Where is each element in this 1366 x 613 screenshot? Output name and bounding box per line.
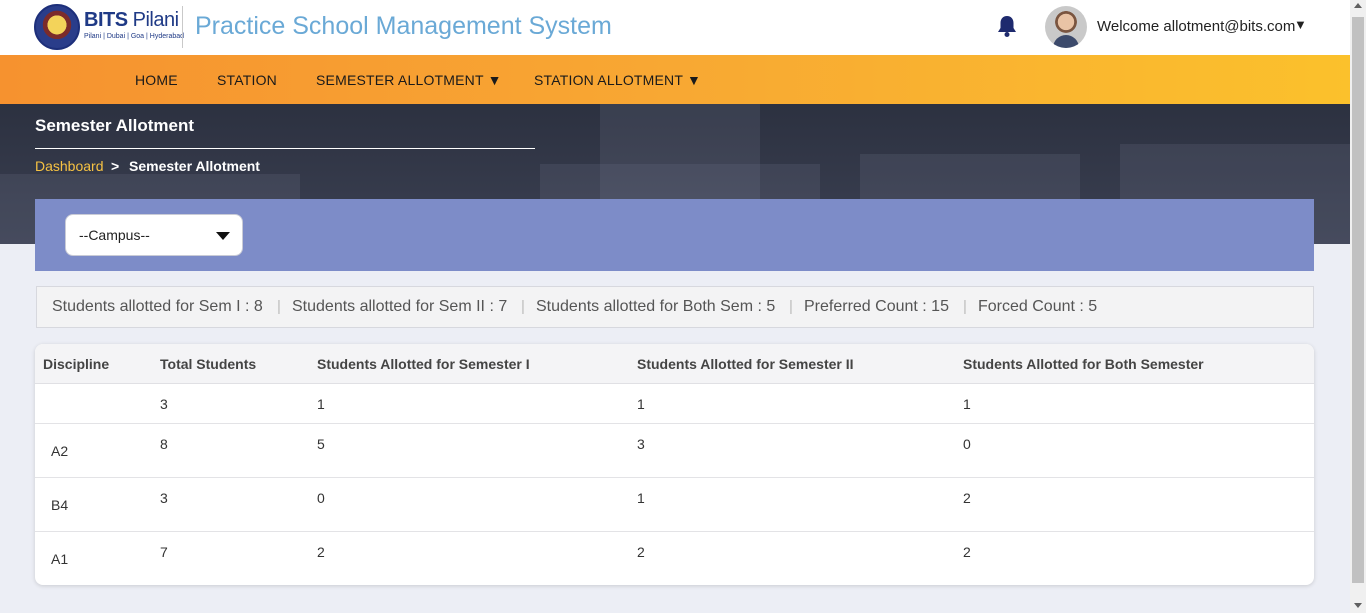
brand-name: BITS Pilani (84, 9, 184, 32)
nav-semester-allotment[interactable]: SEMESTER ALLOTMENT ▼ (316, 72, 502, 88)
stat-both: Students allotted for Both Sem : 5 (536, 298, 776, 315)
col-sem2[interactable]: Students Allotted for Semester II (637, 356, 854, 372)
stat-separator: | (789, 298, 793, 315)
allotment-table: Discipline Total Students Students Allot… (35, 344, 1314, 585)
cell-sem1: 5 (317, 436, 325, 452)
bell-icon[interactable] (996, 14, 1018, 38)
stat-sem2: Students allotted for Sem II : 7 (292, 298, 508, 315)
cell-total: 3 (160, 490, 168, 506)
cell-discipline: A2 (51, 443, 69, 459)
stat-forced: Forced Count : 5 (978, 298, 1098, 315)
scroll-down-arrow-icon[interactable] (1354, 603, 1362, 608)
cell-sem1: 2 (317, 544, 325, 560)
filter-panel: --Campus-- (35, 199, 1314, 271)
breadcrumb-separator: > (111, 158, 120, 174)
breadcrumb-current: Semester Allotment (129, 158, 260, 174)
header-divider (182, 6, 183, 48)
table-row: A2 8 5 3 0 (35, 424, 1314, 478)
cell-sem1: 0 (317, 490, 325, 506)
welcome-user[interactable]: Welcome allotment@bits.com (1097, 18, 1295, 35)
nav-station[interactable]: STATION (217, 72, 277, 88)
cell-both: 1 (963, 396, 971, 412)
brand: BITS Pilani Pilani | Dubai | Goa | Hyder… (84, 9, 184, 40)
title-underline (35, 148, 535, 149)
table-row: A1 7 2 2 2 (35, 532, 1314, 585)
campus-select-value: --Campus-- (79, 227, 150, 243)
allotment-stats: Students allotted for Sem I : 8 | Studen… (36, 286, 1314, 328)
cell-total: 8 (160, 436, 168, 452)
cell-sem2: 3 (637, 436, 645, 452)
stat-separator: | (277, 298, 281, 315)
cell-both: 2 (963, 544, 971, 560)
nav-station-allotment[interactable]: STATION ALLOTMENT ▼ (534, 72, 701, 88)
table-row: 3 1 1 1 (35, 384, 1314, 424)
col-both[interactable]: Students Allotted for Both Semester (963, 356, 1204, 372)
cell-sem2: 2 (637, 544, 645, 560)
cell-discipline: B4 (51, 497, 69, 513)
table-header: Discipline Total Students Students Allot… (35, 344, 1314, 384)
cell-sem2: 1 (637, 490, 645, 506)
stat-sem1: Students allotted for Sem I : 8 (52, 298, 263, 315)
app-title: Practice School Management System (195, 12, 612, 40)
cell-sem1: 1 (317, 396, 325, 412)
col-total-students[interactable]: Total Students (160, 356, 256, 372)
breadcrumb-dashboard[interactable]: Dashboard (35, 158, 104, 174)
bits-logo-seal[interactable] (34, 4, 80, 50)
cell-discipline: A1 (51, 551, 69, 567)
page-title: Semester Allotment (35, 116, 195, 135)
cell-both: 2 (963, 490, 971, 506)
user-avatar[interactable] (1045, 6, 1087, 48)
main-nav: HOME STATION SEMESTER ALLOTMENT ▼ STATIO… (0, 55, 1350, 104)
stat-separator: | (963, 298, 967, 315)
caret-down-icon[interactable]: ▼ (1294, 17, 1307, 32)
cell-both: 0 (963, 436, 971, 452)
top-header: BITS Pilani Pilani | Dubai | Goa | Hyder… (0, 0, 1350, 55)
brand-name-bold: BITS (84, 9, 128, 31)
col-sem1[interactable]: Students Allotted for Semester I (317, 356, 530, 372)
table-row: B4 3 0 1 2 (35, 478, 1314, 532)
cell-total: 7 (160, 544, 168, 560)
brand-campuses: Pilani | Dubai | Goa | Hyderabad (84, 33, 185, 40)
cell-sem2: 1 (637, 396, 645, 412)
scroll-up-arrow-icon[interactable] (1354, 3, 1362, 8)
cell-total: 3 (160, 396, 168, 412)
nav-home[interactable]: HOME (135, 72, 178, 88)
caret-down-icon (216, 232, 230, 240)
col-discipline[interactable]: Discipline (43, 356, 109, 372)
campus-select[interactable]: --Campus-- (65, 214, 243, 256)
stat-preferred: Preferred Count : 15 (804, 298, 949, 315)
stat-separator: | (521, 298, 525, 315)
brand-name-thin: Pilani (132, 9, 179, 31)
scrollbar-thumb[interactable] (1352, 17, 1364, 583)
